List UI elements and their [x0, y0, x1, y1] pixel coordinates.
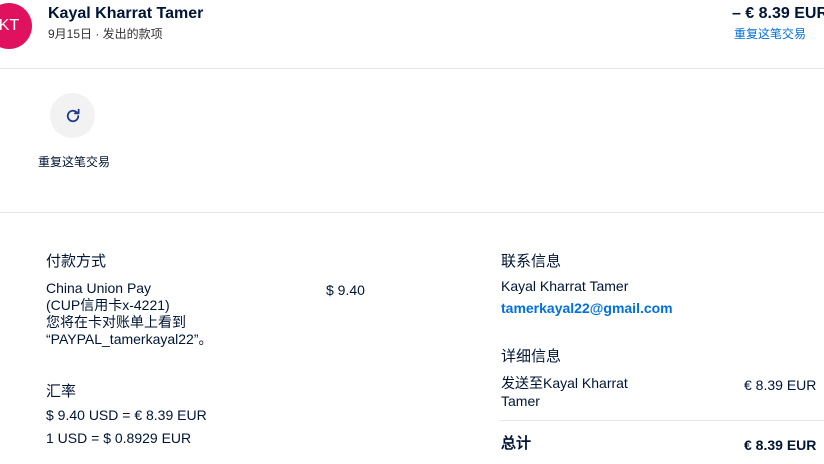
payment-method-line: China Union Pay: [46, 280, 152, 296]
divider: [0, 212, 824, 213]
details-title: 详细信息: [501, 348, 562, 365]
exchange-rate-line: 1 USD = $ 0.8929 EUR: [46, 430, 192, 446]
exchange-rate-title: 汇率: [46, 383, 77, 400]
payment-method-line: (CUP信用卡x-4221): [46, 297, 170, 313]
sent-to-label: 发送至Kayal Kharrat: [501, 375, 628, 391]
contact-email-link[interactable]: tamerkayal22@gmail.com: [501, 300, 673, 316]
divider: [500, 420, 824, 421]
payment-method-title: 付款方式: [46, 253, 107, 270]
repeat-transaction-link[interactable]: 重复这笔交易: [734, 25, 806, 42]
transaction-amount: – € 8.39 EUR: [731, 5, 824, 22]
payment-amount: $ 9.40: [326, 282, 365, 298]
sent-amount: € 8.39 EUR: [744, 377, 817, 393]
payment-method-line: “PAYPAL_tamerkayal22”。: [46, 331, 213, 347]
contact-info-title: 联系信息: [501, 253, 562, 270]
sent-to-label: Tamer: [501, 393, 540, 409]
repeat-transaction-button[interactable]: [50, 93, 95, 138]
avatar: KT: [0, 3, 32, 49]
refresh-icon: [64, 107, 82, 125]
recipient-name: Kayal Kharrat Tamer: [48, 5, 204, 22]
transaction-subtitle: 9月15日 · 发出的款项: [48, 27, 163, 41]
contact-name: Kayal Kharrat Tamer: [501, 278, 629, 294]
divider: [0, 68, 824, 69]
payment-method-line: 您将在卡对账单上看到: [46, 314, 186, 330]
total-label: 总计: [501, 435, 532, 452]
repeat-transaction-label[interactable]: 重复这笔交易: [38, 154, 110, 171]
total-amount: € 8.39 EUR: [744, 437, 817, 453]
exchange-rate-line: $ 9.40 USD = € 8.39 EUR: [46, 407, 207, 423]
